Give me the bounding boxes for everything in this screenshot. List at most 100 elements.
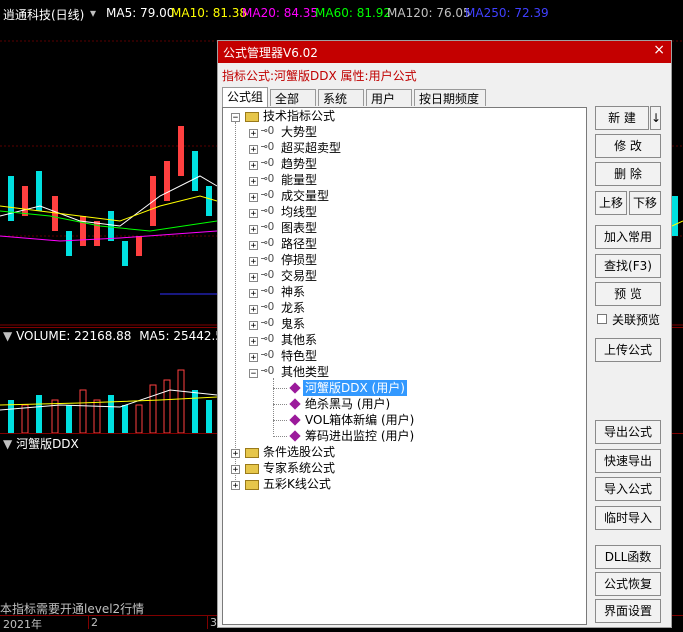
- expand-icon[interactable]: +: [249, 321, 258, 331]
- close-icon[interactable]: ×: [653, 42, 665, 58]
- expand-icon[interactable]: +: [249, 129, 258, 139]
- expand-icon[interactable]: +: [231, 481, 240, 491]
- key-icon: ⊸O: [261, 156, 275, 169]
- dialog-title: 公式管理器V6.02: [223, 46, 318, 60]
- tree-item[interactable]: 成交量型: [281, 188, 329, 204]
- expand-icon[interactable]: +: [249, 353, 258, 363]
- tree-item[interactable]: 交易型: [281, 268, 317, 284]
- tree-item[interactable]: 鬼系: [281, 316, 305, 332]
- expand-icon[interactable]: +: [249, 161, 258, 171]
- expand-icon[interactable]: +: [249, 305, 258, 315]
- ui-settings-button[interactable]: 界面设置: [595, 599, 661, 623]
- tree-item[interactable]: VOL箱体新编 (用户): [305, 412, 414, 428]
- tree-item-selected[interactable]: 河蟹版DDX (用户): [303, 380, 407, 396]
- key-icon: ⊸O: [261, 364, 275, 377]
- tree-item[interactable]: 筹码进出监控 (用户): [305, 428, 414, 444]
- tree-item[interactable]: 龙系: [281, 300, 305, 316]
- tree-item[interactable]: 均线型: [281, 204, 317, 220]
- expand-icon[interactable]: +: [249, 145, 258, 155]
- key-icon: ⊸O: [261, 300, 275, 313]
- tab-all[interactable]: 全部: [270, 89, 316, 106]
- dialog-titlebar[interactable]: 公式管理器V6.02 ×: [218, 41, 671, 63]
- tab-formula-group[interactable]: 公式组: [222, 87, 268, 107]
- volume-chart[interactable]: [0, 345, 217, 433]
- tree-item[interactable]: 大势型: [281, 124, 317, 140]
- delete-button[interactable]: 删 除: [595, 162, 661, 186]
- tree-item[interactable]: 路径型: [281, 236, 317, 252]
- key-icon: ⊸O: [261, 188, 275, 201]
- expand-icon[interactable]: +: [249, 209, 258, 219]
- tree-group[interactable]: 五彩K线公式: [263, 476, 331, 492]
- link-preview-label: 关联预览: [612, 313, 661, 327]
- export-formula-button[interactable]: 导出公式: [595, 420, 661, 444]
- volume-value: VOLUME: 22168.88: [16, 329, 132, 343]
- expand-icon[interactable]: +: [249, 177, 258, 187]
- move-down-button[interactable]: 下移: [629, 191, 661, 215]
- tree-item[interactable]: 能量型: [281, 172, 317, 188]
- expand-icon[interactable]: +: [249, 241, 258, 251]
- preview-button[interactable]: 预 览: [595, 282, 661, 306]
- new-dropdown-button[interactable]: ↓: [650, 106, 661, 130]
- formula-tree[interactable]: − 技术指标公式 + ⊸O 大势型 + ⊸O 超买超卖型 + ⊸O 趋势型 + ⊸O 能量型 +…: [222, 107, 587, 625]
- expand-icon[interactable]: +: [249, 225, 258, 235]
- folder-icon: [245, 480, 259, 490]
- formula-restore-button[interactable]: 公式恢复: [595, 572, 661, 596]
- tree-connector: [273, 388, 287, 389]
- tree-item[interactable]: 绝杀黑马 (用户): [305, 396, 390, 412]
- ma5-value: MA5: 79.00: [106, 6, 175, 20]
- tree-item[interactable]: 其他系: [281, 332, 317, 348]
- folder-icon: [245, 448, 259, 458]
- expand-icon[interactable]: +: [249, 337, 258, 347]
- dll-functions-button[interactable]: DLL函数: [595, 545, 661, 569]
- collapse-icon[interactable]: −: [231, 113, 240, 123]
- key-icon: ⊸O: [261, 172, 275, 185]
- expand-icon[interactable]: +: [231, 449, 240, 459]
- tree-group[interactable]: 专家系统公式: [263, 460, 335, 476]
- tree-root-label[interactable]: 技术指标公式: [263, 108, 335, 124]
- tree-item[interactable]: 其他类型: [281, 364, 329, 380]
- expand-icon[interactable]: +: [231, 465, 240, 475]
- formula-icon: [289, 382, 301, 394]
- indicator-header: ▼ 河蟹版DDX: [3, 435, 79, 452]
- collapse-icon[interactable]: −: [249, 369, 258, 379]
- tree-item[interactable]: 特色型: [281, 348, 317, 364]
- quick-export-button[interactable]: 快速导出: [595, 449, 661, 473]
- tree-connector: [273, 420, 287, 421]
- stock-title: 逍通科技(日线): [3, 8, 85, 22]
- dropdown-icon[interactable]: ▾: [90, 6, 96, 20]
- tab-system[interactable]: 系统: [318, 89, 364, 106]
- find-button[interactable]: 查找(F3): [595, 254, 661, 278]
- folder-icon: [245, 464, 259, 474]
- temp-import-button[interactable]: 临时导入: [595, 506, 661, 530]
- tree-item[interactable]: 停损型: [281, 252, 317, 268]
- expand-icon[interactable]: +: [249, 193, 258, 203]
- tree-group[interactable]: 条件选股公式: [263, 444, 335, 460]
- tab-user[interactable]: 用户: [366, 89, 412, 106]
- key-icon: ⊸O: [261, 284, 275, 297]
- tree-connector: [235, 122, 236, 490]
- ma250-value: MA250: 72.39: [465, 6, 549, 20]
- tree-connector: [273, 404, 287, 405]
- expand-icon[interactable]: +: [249, 289, 258, 299]
- tree-item[interactable]: 神系: [281, 284, 305, 300]
- key-icon: ⊸O: [261, 252, 275, 265]
- formula-manager-dialog: 公式管理器V6.02 × 指标公式:河蟹版DDX 属性:用户公式 公式组 全部 …: [217, 40, 672, 628]
- folder-icon: [245, 112, 259, 122]
- import-formula-button[interactable]: 导入公式: [595, 477, 661, 501]
- move-up-button[interactable]: 上移: [595, 191, 627, 215]
- expand-icon[interactable]: +: [249, 257, 258, 267]
- add-to-common-button[interactable]: 加入常用: [595, 225, 661, 249]
- modify-button[interactable]: 修 改: [595, 134, 661, 158]
- tree-item[interactable]: 趋势型: [281, 156, 317, 172]
- expand-icon[interactable]: +: [249, 273, 258, 283]
- tab-by-date-frequency[interactable]: 按日期频度: [414, 89, 486, 106]
- formula-icon: [289, 430, 301, 442]
- formula-icon: [289, 398, 301, 410]
- tree-connector: [273, 436, 287, 437]
- upload-formula-button[interactable]: 上传公式: [595, 338, 661, 362]
- tree-item[interactable]: 图表型: [281, 220, 317, 236]
- ma10-value: MA10: 81.38: [171, 6, 248, 20]
- tree-item[interactable]: 超买超卖型: [281, 140, 341, 156]
- link-preview-checkbox[interactable]: [597, 314, 607, 324]
- new-button[interactable]: 新 建: [595, 106, 649, 130]
